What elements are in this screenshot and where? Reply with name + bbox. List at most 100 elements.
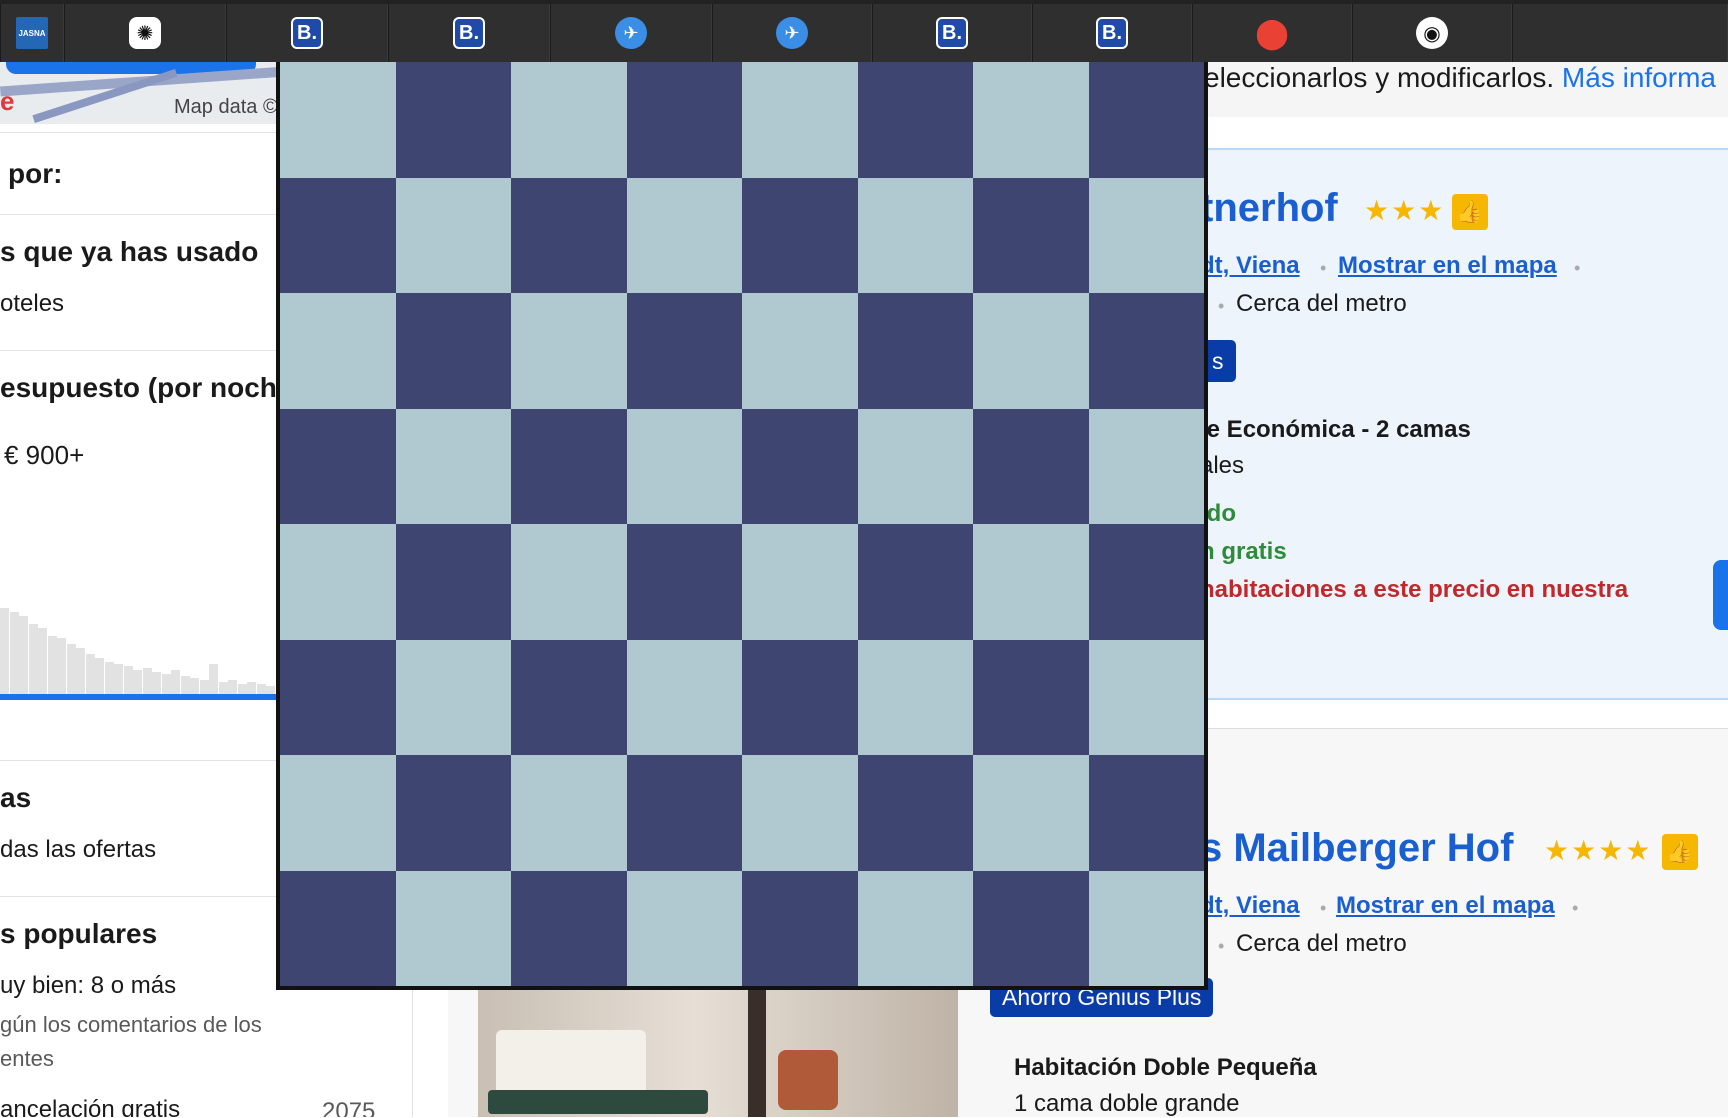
board-square[interactable] [857,755,973,871]
district-link[interactable]: dt, Viena [1200,892,1300,920]
board-square[interactable] [511,755,627,871]
board-square[interactable] [742,177,858,293]
board-square[interactable] [742,293,858,409]
google-maps-icon: ⬤ [1255,16,1289,50]
board-square[interactable] [742,639,858,755]
board-square[interactable] [1088,62,1204,178]
board-square[interactable] [973,639,1089,755]
board-square[interactable] [280,177,396,293]
hotel-name[interactable]: s Mailberger Hof [1200,826,1513,871]
board-square[interactable] [973,870,1089,986]
histogram-bar [256,684,266,694]
separator-dot: • [1574,258,1581,278]
see-availability-button[interactable] [1713,560,1728,630]
browser-tab[interactable] [1512,4,1728,62]
board-square[interactable] [1088,639,1204,755]
histogram-bar [247,682,256,694]
board-square[interactable] [857,293,973,409]
board-square[interactable] [626,293,742,409]
board-square[interactable] [395,755,511,871]
board-square[interactable] [742,755,858,871]
board-square[interactable] [280,408,396,524]
board-square[interactable] [857,177,973,293]
board-square[interactable] [280,293,396,409]
popular-filter-subtext: gún los comentarios de los [0,1012,262,1037]
board-square[interactable] [857,870,973,986]
board-square[interactable] [511,524,627,640]
board-square[interactable] [395,870,511,986]
show-on-map-link[interactable]: Mostrar en el mapa [1336,892,1555,920]
more-info-link[interactable]: Más informa [1562,62,1716,93]
board-square[interactable] [626,62,742,178]
checkerboard-overlay[interactable] [276,62,1208,990]
board-square[interactable] [973,755,1089,871]
board-square[interactable] [742,408,858,524]
browser-tab[interactable]: B. [872,4,1032,62]
separator-dot: • [1218,296,1225,316]
board-square[interactable] [626,177,742,293]
board-square[interactable] [973,524,1089,640]
board-square[interactable] [626,755,742,871]
board-square[interactable] [280,62,396,178]
board-square[interactable] [511,870,627,986]
board-square[interactable] [626,524,742,640]
map-thumbnail[interactable]: e Map data © [0,62,300,124]
browser-tab[interactable]: ✈ [712,4,872,62]
browser-tab[interactable]: B. [1032,4,1192,62]
board-square[interactable] [280,755,396,871]
board-square[interactable] [395,62,511,178]
board-square[interactable] [857,62,973,178]
show-on-map-link[interactable]: Mostrar en el mapa [1338,252,1557,280]
popular-filter-item[interactable]: uy bien: 8 o más [0,972,176,1000]
browser-tab[interactable]: B. [226,4,388,62]
board-square[interactable] [626,639,742,755]
board-square[interactable] [511,639,627,755]
board-square[interactable] [742,62,858,178]
board-square[interactable] [1088,293,1204,409]
board-square[interactable] [511,293,627,409]
board-square[interactable] [857,639,973,755]
board-square[interactable] [1088,870,1204,986]
browser-tab[interactable]: ◉ [1352,4,1512,62]
district-link[interactable]: dt, Viena [1200,252,1300,280]
board-square[interactable] [1088,408,1204,524]
price-slider-track[interactable] [0,694,280,700]
board-square[interactable] [280,639,396,755]
hotel-photo[interactable] [478,990,958,1117]
board-square[interactable] [626,408,742,524]
board-square[interactable] [280,524,396,640]
board-square[interactable] [1088,755,1204,871]
board-square[interactable] [742,524,858,640]
browser-tab[interactable]: B. [388,4,550,62]
board-square[interactable] [742,870,858,986]
board-square[interactable] [973,177,1089,293]
board-square[interactable] [857,408,973,524]
browser-tab[interactable]: ⬤ [1192,4,1352,62]
board-square[interactable] [973,62,1089,178]
board-square[interactable] [511,62,627,178]
board-square[interactable] [857,524,973,640]
board-square[interactable] [395,293,511,409]
browser-tab[interactable]: ✺ [64,4,226,62]
board-square[interactable] [395,524,511,640]
mouse-icon: ◉ [1416,17,1448,49]
browser-tab[interactable]: JASNA [0,4,64,62]
deals-item[interactable]: das las ofertas [0,836,156,864]
board-square[interactable] [511,408,627,524]
price-histogram [0,570,285,694]
board-square[interactable] [1088,524,1204,640]
popular-filter-item[interactable]: ancelación gratis [0,1096,180,1117]
board-square[interactable] [395,177,511,293]
browser-tab[interactable]: ✈ [550,4,712,62]
hotel-name[interactable]: tnerhof [1200,186,1338,231]
board-square[interactable] [626,870,742,986]
board-square[interactable] [395,408,511,524]
divider [0,896,280,897]
board-square[interactable] [395,639,511,755]
board-square[interactable] [511,177,627,293]
board-square[interactable] [1088,177,1204,293]
board-square[interactable] [973,293,1089,409]
used-filter-item[interactable]: oteles [0,290,64,318]
board-square[interactable] [973,408,1089,524]
board-square[interactable] [280,870,396,986]
